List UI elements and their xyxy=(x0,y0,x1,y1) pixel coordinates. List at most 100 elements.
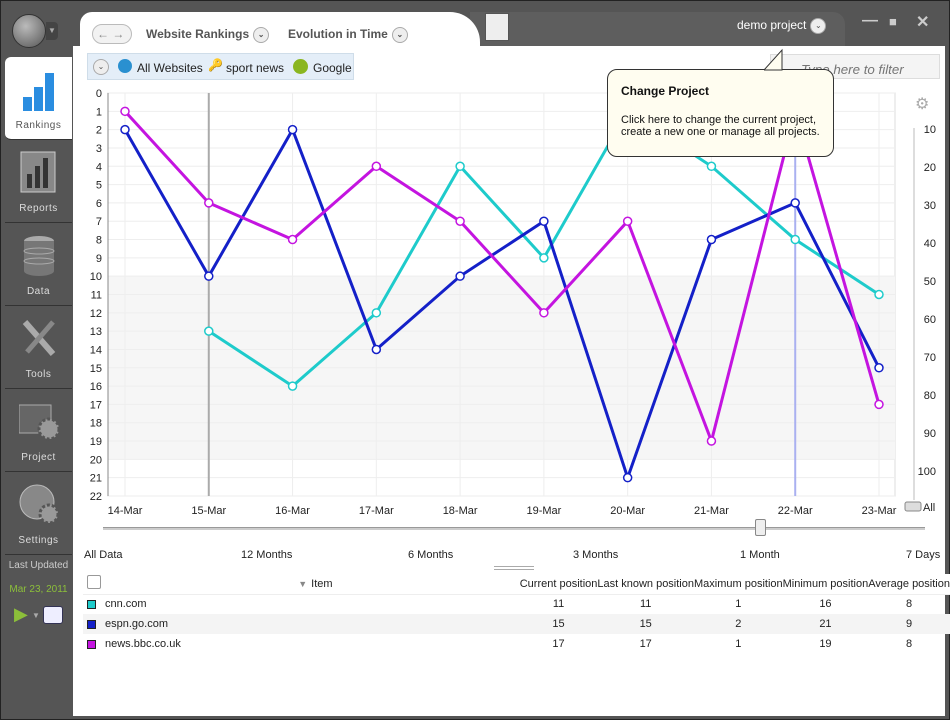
sidebar: Rankings Reports Data Tools Project Sett… xyxy=(5,57,72,555)
column-current-position[interactable]: Current position xyxy=(519,574,598,595)
maximize-button[interactable]: ■ xyxy=(889,14,897,29)
value-cell: 15 xyxy=(519,614,598,634)
y2-all-slider-handle[interactable] xyxy=(904,501,922,512)
data-point[interactable] xyxy=(874,399,884,410)
column-minimum-position[interactable]: Minimum position xyxy=(782,574,869,595)
y-tick-label: 3 xyxy=(96,143,102,155)
y-tick-label: 18 xyxy=(90,418,102,430)
close-button[interactable]: ✕ xyxy=(916,12,929,32)
range-label[interactable]: All Data xyxy=(84,549,123,561)
data-point[interactable] xyxy=(539,253,549,263)
filter-chevron-icon[interactable]: ⌄ xyxy=(93,59,109,75)
filter-keyword[interactable]: sport news xyxy=(226,61,284,75)
rankings-table: ▼ Item Current position Last known positi… xyxy=(83,574,950,654)
breadcrumb-website-rankings[interactable]: Website Rankings ⌄ xyxy=(146,27,270,43)
time-range-slider[interactable] xyxy=(103,527,925,530)
range-label[interactable]: 3 Months xyxy=(573,549,618,561)
item-name: news.bbc.co.uk xyxy=(105,638,181,650)
data-point[interactable] xyxy=(287,381,298,391)
chevron-down-icon[interactable]: ⌄ xyxy=(253,27,270,43)
back-button[interactable]: ← xyxy=(97,27,109,41)
sidebar-item-data[interactable]: Data xyxy=(5,223,72,306)
y-tick-label: 19 xyxy=(90,436,102,448)
table-row[interactable]: cnn.com 11 11 1 16 8 xyxy=(83,594,950,614)
sidebar-item-settings[interactable]: Settings xyxy=(5,472,72,555)
change-project-tooltip: Change Project Click here to change the c… xyxy=(607,69,834,157)
range-label[interactable]: 1 Month xyxy=(740,549,780,561)
y-tick-label: 1 xyxy=(96,106,102,118)
splitter-grip[interactable] xyxy=(494,566,534,570)
data-point[interactable] xyxy=(371,344,382,355)
minimize-button[interactable]: — xyxy=(862,12,878,30)
data-point[interactable] xyxy=(287,234,298,245)
data-point[interactable] xyxy=(790,234,800,245)
data-point[interactable] xyxy=(706,161,717,172)
y2-all-button[interactable]: All xyxy=(923,502,935,514)
sidebar-item-rankings[interactable]: Rankings xyxy=(5,57,72,140)
data-point[interactable] xyxy=(706,234,717,245)
last-updated-date: Mar 23, 2011 xyxy=(9,584,68,595)
sidebar-item-project[interactable]: Project xyxy=(5,389,72,472)
chevron-down-icon[interactable]: ⌄ xyxy=(391,27,408,43)
project-gear-icon xyxy=(19,404,59,441)
data-point[interactable] xyxy=(706,436,717,446)
data-point[interactable] xyxy=(622,472,633,483)
data-point[interactable] xyxy=(455,271,465,281)
forward-button[interactable]: → xyxy=(112,27,124,41)
filter-engine[interactable]: Google xyxy=(313,61,352,75)
data-point[interactable] xyxy=(622,216,633,226)
chart-settings-gear-icon[interactable]: ⚙ xyxy=(915,94,929,114)
item-name: espn.go.com xyxy=(105,618,168,630)
schedule-icon[interactable] xyxy=(43,606,63,624)
column-item[interactable]: ▼ Item xyxy=(298,574,520,595)
x-tick-label: 20-Mar xyxy=(610,505,645,516)
project-selector[interactable]: demo project ⌄ xyxy=(737,18,827,34)
range-label[interactable]: 6 Months xyxy=(408,549,453,561)
tools-icon xyxy=(22,320,56,356)
data-point[interactable] xyxy=(455,216,465,226)
data-point[interactable] xyxy=(204,326,214,336)
table-row[interactable]: news.bbc.co.uk 17 17 1 19 8 xyxy=(83,634,950,654)
filter-bar: ⌄ All Websites 🔑 sport news Google xyxy=(87,53,354,80)
data-point[interactable] xyxy=(455,161,465,172)
data-point[interactable] xyxy=(874,363,884,373)
data-point[interactable] xyxy=(287,124,298,135)
back-forward-buttons[interactable]: ← → xyxy=(92,24,132,44)
data-point[interactable] xyxy=(874,289,884,300)
sidebar-item-reports[interactable]: Reports xyxy=(5,140,72,223)
play-options-arrow-icon[interactable]: ▼ xyxy=(32,611,40,620)
data-point[interactable] xyxy=(204,271,214,281)
app-logo-icon[interactable] xyxy=(12,14,46,48)
export-report-icon[interactable] xyxy=(485,13,509,41)
play-button[interactable]: ▶ xyxy=(14,604,28,625)
value-cell: 9 xyxy=(868,614,950,634)
x-tick-label: 14-Mar xyxy=(108,505,143,516)
y-tick-label: 10 xyxy=(90,271,102,283)
range-label[interactable]: 7 Days xyxy=(906,549,940,561)
range-label[interactable]: 12 Months xyxy=(241,549,292,561)
filter-websites[interactable]: All Websites xyxy=(137,61,203,75)
column-last-known-position[interactable]: Last known position xyxy=(597,574,694,595)
data-point[interactable] xyxy=(790,198,800,208)
column-maximum-position[interactable]: Maximum position xyxy=(694,574,783,595)
table-row[interactable]: espn.go.com 15 15 2 21 9 xyxy=(83,614,950,634)
data-point[interactable] xyxy=(120,106,130,117)
data-point[interactable] xyxy=(120,124,130,135)
x-tick-label: 16-Mar xyxy=(275,505,310,516)
y2-tick-label: 70 xyxy=(924,352,936,364)
breadcrumb-evolution[interactable]: Evolution in Time ⌄ xyxy=(288,27,408,43)
value-cell: 8 xyxy=(906,638,913,650)
data-point[interactable] xyxy=(371,308,382,318)
x-tick-label: 22-Mar xyxy=(778,505,813,516)
y-tick-label: 9 xyxy=(96,253,102,265)
data-point[interactable] xyxy=(204,198,214,208)
column-average-position[interactable]: Average position xyxy=(868,574,950,595)
app-menu-arrow-icon[interactable]: ▼ xyxy=(46,22,58,40)
data-point[interactable] xyxy=(539,216,549,226)
data-point[interactable] xyxy=(539,308,549,318)
time-range-slider-thumb[interactable] xyxy=(755,519,766,536)
y-tick-label: 22 xyxy=(90,491,102,503)
select-all-checkbox[interactable] xyxy=(83,574,299,595)
sidebar-item-tools[interactable]: Tools xyxy=(5,306,72,389)
data-point[interactable] xyxy=(371,161,382,172)
